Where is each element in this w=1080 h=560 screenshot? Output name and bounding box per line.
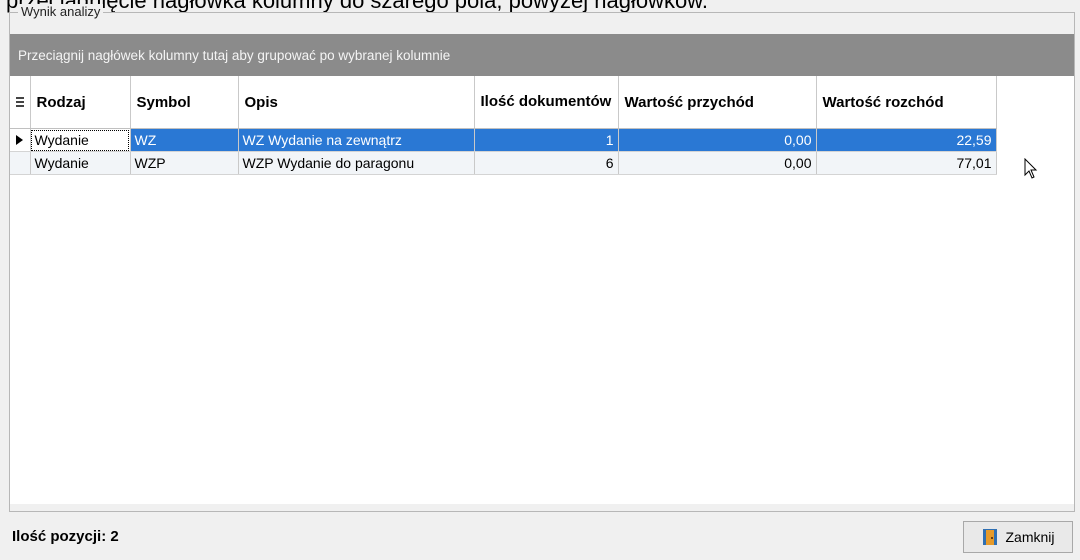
row-indicator (10, 151, 31, 175)
cell-ilosc[interactable]: 6 (474, 151, 619, 175)
cell-symbol[interactable]: WZ (130, 128, 239, 152)
cell-ilosc[interactable]: 1 (474, 128, 619, 152)
row-indicator-icon (16, 135, 24, 145)
header-row: Rodzaj Symbol Opis Ilość dokumentów Wart… (10, 76, 997, 129)
column-header-wartosc-przychod[interactable]: Wartość przychód (618, 76, 817, 129)
cell-rodzaj[interactable]: Wydanie (30, 128, 131, 152)
row-indicator (10, 128, 31, 152)
column-chooser-button[interactable] (10, 76, 31, 129)
table-row[interactable]: Wydanie WZ WZ Wydanie na zewnątrz 1 0,00… (10, 128, 997, 152)
door-icon (983, 529, 998, 545)
column-header-ilosc-dokumentow[interactable]: Ilość dokumentów (474, 76, 619, 129)
column-header-symbol[interactable]: Symbol (130, 76, 239, 129)
column-chooser-icon (16, 96, 24, 107)
column-header-wartosc-rozchod[interactable]: Wartość rozchód (816, 76, 997, 129)
results-grid[interactable]: Rodzaj Symbol Opis Ilość dokumentów Wart… (10, 76, 1074, 504)
cell-przychod[interactable]: 0,00 (618, 128, 817, 152)
groupbox-title: Wynik analizy (18, 4, 104, 19)
column-header-rodzaj[interactable]: Rodzaj (30, 76, 131, 129)
group-by-hint: Przeciągnij nagłówek kolumny tutaj aby g… (18, 48, 451, 63)
cell-przychod[interactable]: 0,00 (618, 151, 817, 175)
group-by-panel[interactable]: Przeciągnij nagłówek kolumny tutaj aby g… (10, 34, 1074, 76)
column-header-opis[interactable]: Opis (238, 76, 475, 129)
mouse-cursor-icon (1024, 158, 1038, 179)
close-button-label: Zamknij (1005, 529, 1055, 545)
results-table: Rodzaj Symbol Opis Ilość dokumentów Wart… (10, 76, 997, 175)
cell-rodzaj[interactable]: Wydanie (30, 151, 131, 175)
item-count-label: Ilość pozycji: 2 (12, 528, 119, 545)
cell-rozchod[interactable]: 77,01 (816, 151, 997, 175)
cell-opis[interactable]: WZ Wydanie na zewnątrz (238, 128, 475, 152)
cell-rozchod[interactable]: 22,59 (816, 128, 997, 152)
status-bar: Ilość pozycji: 2 Zamknij (0, 514, 1080, 560)
cell-symbol[interactable]: WZP (130, 151, 239, 175)
cell-opis[interactable]: WZP Wydanie do paragonu (238, 151, 475, 175)
close-button[interactable]: Zamknij (963, 521, 1073, 553)
table-row[interactable]: Wydanie WZP WZP Wydanie do paragonu 6 0,… (10, 151, 997, 175)
